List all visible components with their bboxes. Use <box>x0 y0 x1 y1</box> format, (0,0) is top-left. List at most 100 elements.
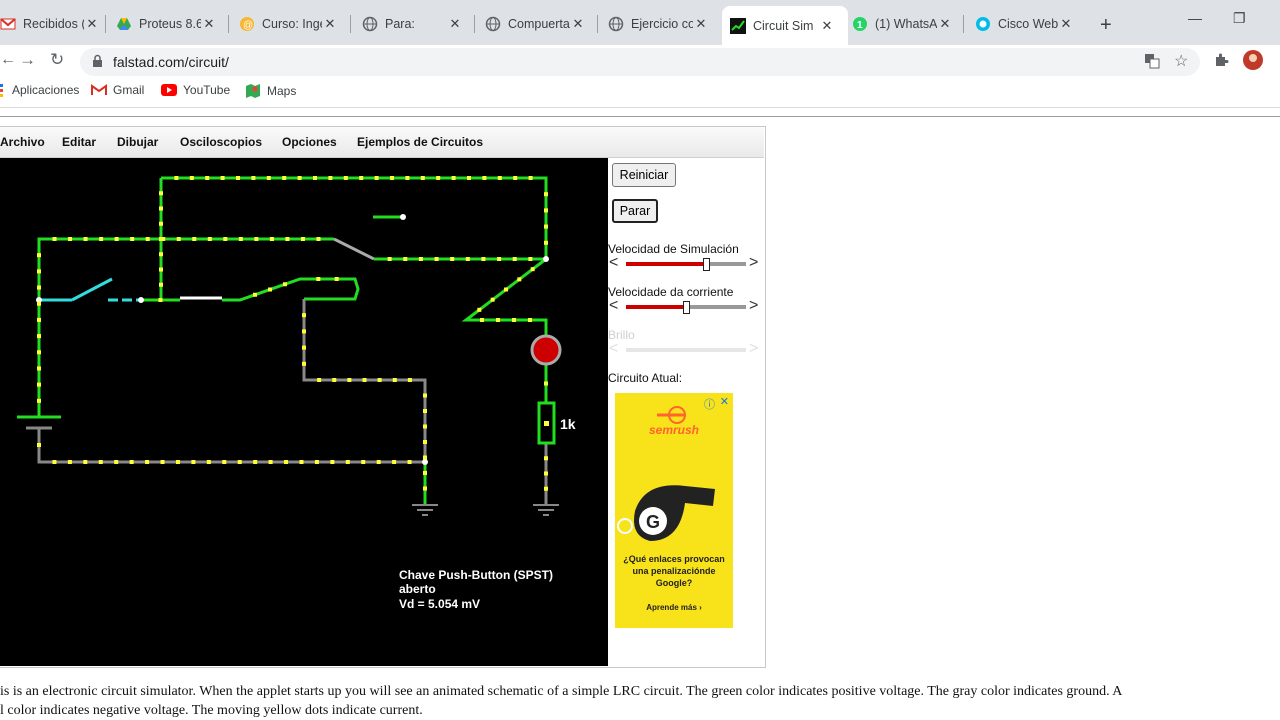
tab-webex[interactable]: Cisco Webe ✕ <box>975 8 1081 40</box>
tab-whatsapp[interactable]: 1 (1) WhatsAp ✕ <box>852 8 958 40</box>
menu-osciloscopios[interactable]: Osciloscopios <box>180 135 262 149</box>
close-icon[interactable]: ✕ <box>84 16 100 32</box>
close-icon[interactable]: ✕ <box>322 16 338 32</box>
brightness-slider <box>626 348 746 352</box>
current-dot <box>129 460 134 464</box>
restore-icon[interactable]: ❐ <box>1233 10 1246 27</box>
current-dot <box>362 378 367 382</box>
current-dot <box>423 424 427 429</box>
advertisement[interactable]: ⓘ ✕ semrush G ¿Qué enlaces provocan una … <box>615 393 733 628</box>
new-tab-button[interactable]: + <box>1100 14 1112 37</box>
current-dot <box>544 486 548 491</box>
tab-separator <box>474 15 475 33</box>
moodle-icon: @ <box>239 16 255 32</box>
current-dot <box>544 192 548 197</box>
close-icon[interactable]: ✕ <box>693 16 709 32</box>
close-icon[interactable]: ✕ <box>937 16 953 32</box>
current-dot <box>374 176 379 180</box>
current-dot <box>37 317 41 322</box>
current-dot <box>418 257 423 261</box>
menu-editar[interactable]: Editar <box>62 135 96 149</box>
current-dot <box>284 460 289 464</box>
circuit-schematic[interactable]: 1k Chave Push-Button (SPST) aberto Vd = … <box>0 158 608 666</box>
current-dot <box>403 257 408 261</box>
forward-arrow-icon[interactable]: → <box>19 50 36 70</box>
close-icon[interactable]: ✕ <box>1058 16 1074 32</box>
tab-proteus[interactable]: Proteus 8.6 ✕ <box>116 8 224 40</box>
current-dots <box>37 176 549 491</box>
current-dot <box>423 486 427 491</box>
bookmark-youtube[interactable]: YouTube <box>161 83 230 97</box>
slider-fill <box>626 305 686 309</box>
avatar[interactable] <box>1242 49 1264 76</box>
slider-thumb[interactable] <box>683 301 690 314</box>
current-dot <box>528 318 532 322</box>
tab-label: Recibidos ( <box>23 17 84 31</box>
close-icon[interactable]: ✕ <box>447 16 463 32</box>
url-text: falstad.com/circuit/ <box>113 54 229 70</box>
menu-dibujar[interactable]: Dibujar <box>117 135 158 149</box>
stop-button[interactable]: Parar <box>612 199 658 223</box>
tab-para[interactable]: Para: ✕ <box>362 8 470 40</box>
current-dot <box>497 257 502 261</box>
address-bar[interactable]: falstad.com/circuit/ ☆ <box>80 48 1200 76</box>
tab-compuerta[interactable]: Compuerta ✕ <box>485 8 593 40</box>
current-dot <box>37 269 41 274</box>
bookmark-apps[interactable]: Aplicaciones <box>0 83 79 97</box>
bookmark-gmail[interactable]: Gmail <box>91 83 144 97</box>
tab-separator <box>228 15 229 33</box>
switch-blade <box>333 237 375 261</box>
tab-gmail[interactable]: Recibidos ( ✕ <box>0 8 100 40</box>
close-icon[interactable]: ✕ <box>819 18 835 34</box>
current-dot <box>282 176 287 180</box>
extensions-icon[interactable] <box>1213 52 1229 73</box>
divider <box>0 107 1280 108</box>
bookmark-maps[interactable]: Maps <box>245 83 296 99</box>
ground-icon <box>412 504 438 516</box>
current-dot <box>347 378 352 382</box>
current-dot <box>407 460 412 464</box>
ad-cta[interactable]: Aprende más › <box>615 603 733 612</box>
close-icon[interactable]: ✕ <box>201 16 217 32</box>
current-dot <box>37 366 41 371</box>
sim-speed-slider[interactable] <box>626 262 746 266</box>
current-dot <box>405 176 410 180</box>
current-dot <box>192 237 197 241</box>
current-dot <box>67 460 72 464</box>
menu-opciones[interactable]: Opciones <box>282 135 337 149</box>
star-icon[interactable]: ☆ <box>1174 51 1188 71</box>
menu-ejemplos[interactable]: Ejemplos de Circuitos <box>357 135 483 149</box>
current-dot <box>223 237 228 241</box>
webex-icon <box>975 16 991 32</box>
current-dot <box>297 176 302 180</box>
slider-left-arrow[interactable]: < <box>609 298 618 314</box>
reload-icon[interactable]: ↻ <box>50 50 64 70</box>
menu-archivo[interactable]: Archivo <box>0 135 45 149</box>
slider-thumb[interactable] <box>703 258 710 271</box>
wire-mid <box>222 277 360 302</box>
slider-right-arrow[interactable]: > <box>749 255 758 271</box>
minimize-icon[interactable]: — <box>1188 10 1202 26</box>
current-dot <box>268 287 272 292</box>
tab-circuit-sim[interactable]: Circuit Sim ✕ <box>722 6 848 45</box>
tab-curso[interactable]: @ Curso: Inge ✕ <box>239 8 345 40</box>
slider-right-arrow[interactable]: > <box>749 298 758 314</box>
slider-left-arrow: < <box>609 340 619 357</box>
current-dot <box>376 460 381 464</box>
switch-cyan-blade <box>71 277 113 302</box>
current-dot <box>392 460 397 464</box>
current-dot <box>236 176 240 180</box>
current-dot <box>490 297 495 302</box>
close-icon[interactable]: ✕ <box>570 16 586 32</box>
translate-icon[interactable] <box>1144 53 1160 74</box>
tab-ejercicio[interactable]: Ejercicio co ✕ <box>608 8 716 40</box>
bookmark-label: Maps <box>267 84 297 98</box>
slider-left-arrow[interactable]: < <box>609 255 618 271</box>
back-arrow-icon[interactable]: ← <box>0 51 16 69</box>
current-dot <box>517 277 522 282</box>
reset-button[interactable]: Reiniciar <box>612 163 676 187</box>
current-dot <box>269 237 274 241</box>
node <box>543 256 549 262</box>
circuit-canvas[interactable]: 1k Chave Push-Button (SPST) aberto Vd = … <box>0 158 608 666</box>
current-dot <box>37 398 41 403</box>
